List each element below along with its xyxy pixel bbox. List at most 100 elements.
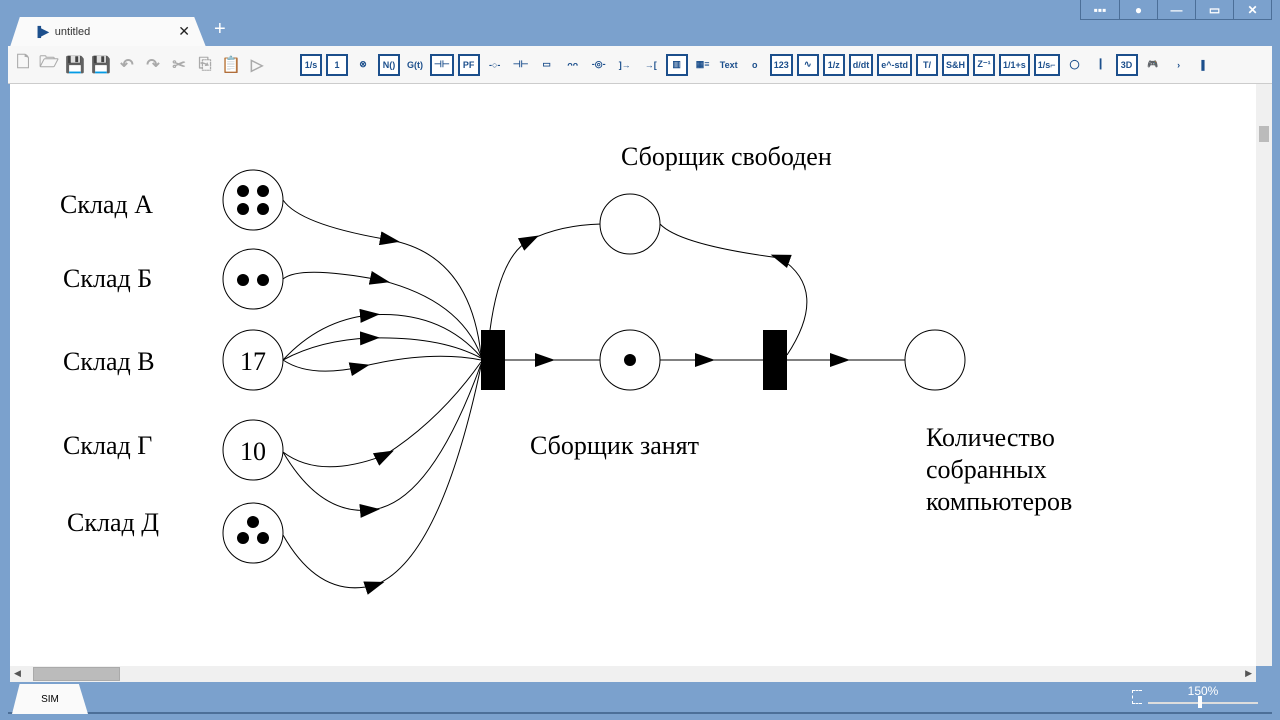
- cut-icon[interactable]: ✂: [168, 54, 190, 76]
- function-icon[interactable]: N(): [378, 53, 400, 76]
- gamepad-icon[interactable]: 🎮: [1142, 54, 1164, 76]
- zero-order-icon[interactable]: T/: [915, 53, 938, 76]
- limited-integrator-icon[interactable]: 1/s⌐: [1033, 53, 1060, 76]
- record-button[interactable]: ●: [1119, 0, 1157, 19]
- place-b: [222, 248, 284, 310]
- numeric-display-icon[interactable]: 123: [769, 53, 793, 76]
- place-count: [904, 329, 966, 391]
- copy-icon[interactable]: ⎘: [194, 54, 216, 76]
- label-count-1: Количество: [926, 423, 1055, 452]
- token: [257, 274, 269, 286]
- place-d: [222, 502, 284, 564]
- in-port-icon[interactable]: →[: [640, 54, 662, 76]
- panel-toggle-icon[interactable]: ▌: [1194, 54, 1216, 76]
- redo-icon[interactable]: ↷: [142, 54, 164, 76]
- close-window-button[interactable]: ✕: [1233, 0, 1271, 19]
- 3d-icon[interactable]: 3D: [1115, 53, 1138, 76]
- minimize-button[interactable]: —: [1157, 0, 1195, 19]
- scroll-right-icon[interactable]: ▶: [1245, 668, 1252, 679]
- transfer-icon[interactable]: 1/1+s: [999, 53, 1030, 76]
- discrete-integrator-icon[interactable]: 1/z: [822, 53, 845, 76]
- sim-tab[interactable]: SIM: [12, 684, 88, 714]
- label-busy: Сборщик занят: [530, 431, 699, 460]
- signal-icon[interactable]: G(t): [404, 54, 426, 76]
- token: [257, 185, 269, 197]
- transition-t2: [763, 330, 787, 390]
- integrator-icon[interactable]: 1/s: [300, 53, 322, 76]
- node-icon[interactable]: -○-: [484, 54, 506, 76]
- delay-icon[interactable]: e^-std: [877, 53, 912, 76]
- token: [624, 354, 636, 366]
- constant-icon[interactable]: 1: [326, 53, 348, 76]
- arc-g-t1-2: [282, 363, 482, 518]
- label-free: Сборщик свободен: [621, 142, 832, 171]
- mux-icon[interactable]: ⊣⊢: [430, 53, 454, 76]
- close-tab-button[interactable]: ✕: [178, 23, 190, 40]
- label-count-3: компьютеров: [926, 487, 1073, 516]
- paste-icon[interactable]: 📋: [220, 54, 242, 76]
- arc-g-t1-1: [282, 361, 482, 468]
- token: [237, 185, 249, 197]
- scope-icon[interactable]: ∿: [796, 53, 819, 76]
- token-count-g: 10: [240, 437, 266, 466]
- label-count-2: собранных: [926, 455, 1047, 484]
- product-icon[interactable]: ⊗: [352, 54, 374, 76]
- label-sklad-g: Склад Г: [63, 431, 153, 460]
- token: [237, 532, 249, 544]
- bus-icon[interactable]: ┃: [1090, 54, 1112, 76]
- horizontal-scrollbar[interactable]: ◀ ▶: [10, 666, 1256, 682]
- place-a: [222, 169, 284, 231]
- document-tab[interactable]: ▐▶ untitled ✕: [10, 17, 206, 47]
- derivative-icon[interactable]: d/dt: [848, 53, 874, 76]
- open-folder-icon[interactable]: 🗁: [38, 54, 60, 76]
- maximize-button[interactable]: ▭: [1195, 0, 1233, 19]
- table-icon[interactable]: ▥: [665, 53, 688, 76]
- token: [237, 203, 249, 215]
- circle-icon[interactable]: ◯: [1064, 54, 1086, 76]
- token: [257, 203, 269, 215]
- new-tab-button[interactable]: +: [214, 18, 226, 41]
- label-sklad-a: Склад А: [60, 190, 153, 219]
- capacitor-icon[interactable]: ⊣⊢: [510, 54, 532, 76]
- vertical-scrollbar[interactable]: [1256, 84, 1272, 666]
- zoom-level: 150%: [1187, 684, 1219, 698]
- undo-icon[interactable]: ↶: [116, 54, 138, 76]
- label-sklad-v: Склад В: [63, 347, 155, 376]
- chevron-right-icon[interactable]: ›: [1168, 54, 1190, 76]
- toolbar: 🗋 🗁 💾 💾 ↶ ↷ ✂ ⎘ 📋 ▷ 1/s 1 ⊗ N() G(t) ⊣⊢ PF -○- ⊣⊢ ▭ ᴖᴖ -◎-]→ →…: [8, 46, 1272, 84]
- pf-icon[interactable]: PF: [457, 53, 480, 76]
- zoom-slider[interactable]: [1148, 696, 1258, 708]
- tab-title: untitled: [54, 26, 91, 38]
- save-icon[interactable]: 💾: [64, 54, 86, 76]
- new-file-icon[interactable]: 🗋: [12, 54, 34, 76]
- horizontal-scroll-thumb[interactable]: [33, 667, 120, 681]
- arc-v-t1-3: [282, 355, 482, 377]
- save-as-icon[interactable]: 💾: [90, 54, 112, 76]
- run-icon[interactable]: ▷: [246, 54, 268, 76]
- arc-t1-free: [489, 223, 602, 331]
- transition-t1: [481, 330, 505, 390]
- place-free: [599, 193, 661, 255]
- sample-hold-icon[interactable]: S&H: [941, 53, 969, 76]
- token: [247, 516, 259, 528]
- window-controls: ▪▪▪ ● — ▭ ✕: [1080, 0, 1272, 20]
- menu-button[interactable]: ▪▪▪: [1081, 0, 1119, 19]
- resistor-icon[interactable]: ▭: [536, 54, 558, 76]
- token: [237, 274, 249, 286]
- source-icon[interactable]: -◎-: [588, 54, 610, 76]
- inductor-icon[interactable]: ᴖᴖ: [562, 54, 584, 76]
- unit-delay-icon[interactable]: Z⁻¹: [973, 53, 995, 76]
- zoom-slider-knob[interactable]: [1197, 696, 1202, 708]
- label-sklad-d: Склад Д: [67, 508, 159, 537]
- scroll-left-icon[interactable]: ◀: [14, 668, 21, 679]
- text-icon[interactable]: Text: [718, 54, 740, 76]
- out-port-icon[interactable]: ]→: [614, 54, 636, 76]
- display-icon[interactable]: ▦≡: [692, 54, 714, 76]
- token: [257, 532, 269, 544]
- fit-view-icon[interactable]: [1132, 690, 1142, 704]
- simulation-icon: ▐▶: [34, 26, 49, 38]
- arc-v-t1-1: [282, 308, 482, 361]
- status-bar: SIM 150%: [8, 682, 1272, 714]
- point-icon[interactable]: o: [744, 54, 766, 76]
- vertical-scroll-thumb[interactable]: [1259, 126, 1269, 142]
